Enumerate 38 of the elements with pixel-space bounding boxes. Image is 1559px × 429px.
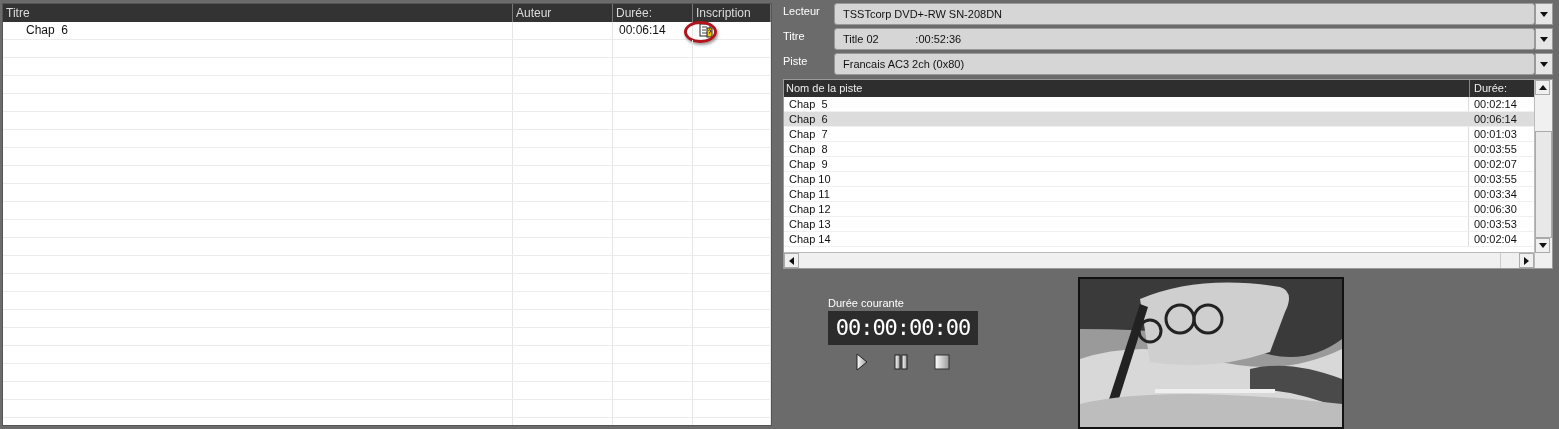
table-cell: Chap 6 (3, 22, 513, 39)
field-label: Lecteur (783, 4, 821, 19)
table-cell: 00:06:14 (613, 22, 693, 39)
dropdown-button[interactable] (1535, 53, 1553, 75)
column-header[interactable]: Titre (3, 4, 513, 22)
arrow-icon[interactable] (789, 256, 794, 265)
caret-icon (1540, 61, 1548, 67)
field-label: Piste (783, 54, 809, 69)
arrow-icon[interactable] (1538, 85, 1547, 90)
play-button[interactable] (856, 353, 868, 371)
vertical-scrollbar[interactable] (1534, 80, 1552, 268)
timer-label: Durée courante (828, 297, 905, 309)
column-header[interactable]: Inscription (693, 4, 771, 22)
pause-button[interactable] (894, 354, 908, 370)
dropdown-field[interactable]: TSSTcorp DVD+-RW SN-208DN (834, 3, 1535, 25)
track-row[interactable]: Chap 13 00:03:53 (784, 217, 1534, 232)
track-row[interactable]: Chap 11 00:03:34 (784, 187, 1534, 202)
column-header[interactable]: Auteur (513, 4, 613, 22)
field-label: Titre (783, 29, 806, 44)
track-row[interactable]: Chap 14 00:02:04 (784, 232, 1534, 247)
dropdown-field[interactable]: Francais AC3 2ch (0x80) (834, 53, 1535, 75)
track-row[interactable]: Chap 6 00:06:14 (784, 112, 1534, 127)
caret-icon (1540, 36, 1548, 42)
caret-icon (1540, 11, 1548, 17)
time-display: 00:00:00:00 (828, 311, 978, 345)
track-row[interactable]: Chap 12 00:06:30 (784, 202, 1534, 217)
document-icon[interactable] (699, 23, 713, 38)
track-row[interactable]: Chap 9 00:02:07 (784, 157, 1534, 172)
stop-button[interactable] (934, 354, 950, 370)
dropdown-field[interactable]: Title 02 :00:52:36 (834, 28, 1535, 50)
horizontal-scrollbar[interactable] (784, 252, 1534, 268)
track-row[interactable]: Chap 8 00:03:55 (784, 142, 1534, 157)
track-row[interactable]: Chap 10 00:03:55 (784, 172, 1534, 187)
dropdown-button[interactable] (1535, 28, 1553, 50)
column-header[interactable]: Durée: (613, 4, 693, 22)
dropdown-button[interactable] (1535, 3, 1553, 25)
column-header[interactable]: Nom de la piste (784, 80, 1469, 97)
track-row[interactable]: Chap 7 00:01:03 (784, 127, 1534, 142)
